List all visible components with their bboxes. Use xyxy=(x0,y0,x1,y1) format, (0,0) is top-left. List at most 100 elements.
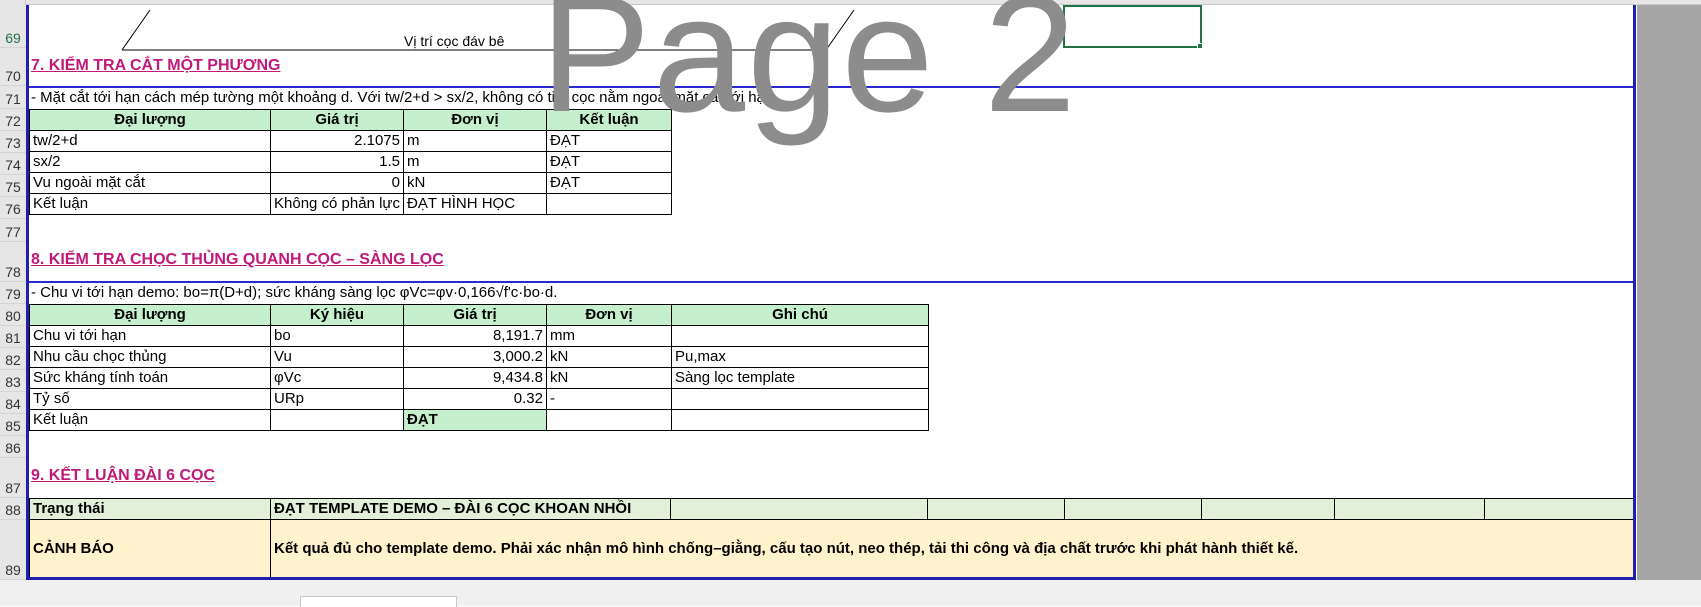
table-cell[interactable] xyxy=(670,498,928,520)
row-header[interactable]: 84 xyxy=(0,392,26,414)
section9-title: 9. KẾT LUẬN ĐÀI 6 CỌC xyxy=(31,467,216,484)
row-header[interactable]: 85 xyxy=(0,414,26,436)
table-cell[interactable] xyxy=(927,498,1065,520)
table-cell[interactable]: 3,000.2 xyxy=(403,346,547,368)
row-header[interactable]: 79 xyxy=(0,282,26,304)
sheet-tab-bar xyxy=(0,580,1701,606)
table-header-row: Đại lượng Giá trị Đơn vị Kết luận xyxy=(29,109,672,131)
row-header[interactable]: 87 xyxy=(0,458,26,498)
table-cell[interactable]: m xyxy=(403,151,547,173)
row-header[interactable]: 73 xyxy=(0,131,26,153)
table-cell[interactable]: m xyxy=(403,130,547,152)
row-header[interactable]: 77 xyxy=(0,219,26,242)
row-header[interactable]: 83 xyxy=(0,370,26,392)
table-cell[interactable] xyxy=(1334,498,1485,520)
table-cell[interactable]: bo xyxy=(270,325,404,347)
table-cell[interactable]: sx/2 xyxy=(29,151,271,173)
table-cell[interactable]: ĐẠT xyxy=(546,151,672,173)
table-cell[interactable]: Kết luận xyxy=(29,409,271,431)
table-cell[interactable]: 1.5 xyxy=(270,151,404,173)
table-cell[interactable] xyxy=(1201,498,1335,520)
table-cell[interactable]: φVc xyxy=(270,367,404,389)
header-cell[interactable]: Kết luận xyxy=(546,109,672,131)
table-cell[interactable] xyxy=(546,193,672,215)
header-cell[interactable]: Đơn vị xyxy=(546,304,672,326)
table-cell[interactable]: - xyxy=(546,388,672,410)
table-cell[interactable]: kN xyxy=(546,346,672,368)
table-cell[interactable]: 2.1075 xyxy=(270,130,404,152)
fill-handle[interactable] xyxy=(1197,43,1203,49)
section8-table: Đại lượng Ký hiệu Giá trị Đơn vị Ghi chú… xyxy=(29,304,929,431)
table-row: Sức kháng tính toán φVc 9,434.8 kN Sàng … xyxy=(29,367,929,389)
row-header[interactable]: 72 xyxy=(0,109,26,131)
table-cell[interactable] xyxy=(1064,498,1202,520)
table-cell[interactable]: Nhu cầu chọc thủng xyxy=(29,346,271,368)
table-cell[interactable]: Vu ngoài mặt cắt xyxy=(29,172,271,194)
table-row: Kết luận ĐẠT xyxy=(29,409,929,431)
row-header[interactable]: 69 xyxy=(0,5,26,48)
table-cell[interactable] xyxy=(671,325,929,347)
table-cell[interactable]: ĐẠT xyxy=(546,130,672,152)
table-cell[interactable]: 8,191.7 xyxy=(403,325,547,347)
table-cell[interactable]: kN xyxy=(403,172,547,194)
row-header[interactable]: 88 xyxy=(0,498,26,520)
row-header[interactable]: 89 xyxy=(0,520,26,580)
status-label[interactable]: Trạng thái xyxy=(29,498,271,520)
header-cell[interactable]: Giá trị xyxy=(403,304,547,326)
table-row: sx/2 1.5 m ĐẠT xyxy=(29,151,672,173)
header-cell[interactable]: Giá trị xyxy=(270,109,404,131)
result-cell[interactable]: ĐẠT xyxy=(403,409,547,431)
table-cell[interactable]: mm xyxy=(546,325,672,347)
sheet-tab[interactable] xyxy=(300,596,457,607)
section8-note: - Chu vi tới hạn demo: bo=π(D+d); sức kh… xyxy=(31,284,558,301)
table-cell[interactable]: 0.32 xyxy=(403,388,547,410)
row-header[interactable]: 70 xyxy=(0,48,26,86)
row-header[interactable]: 82 xyxy=(0,348,26,370)
selected-cell[interactable] xyxy=(1063,5,1202,48)
header-cell[interactable]: Đại lượng xyxy=(29,304,271,326)
table-cell[interactable]: Vu xyxy=(270,346,404,368)
table-cell[interactable]: Sàng lọc template xyxy=(671,367,929,389)
warning-text[interactable]: Kết quả đủ cho template demo. Phải xác n… xyxy=(270,519,1634,578)
row-header[interactable]: 86 xyxy=(0,436,26,458)
table-cell[interactable]: tw/2+d xyxy=(29,130,271,152)
table-cell[interactable] xyxy=(270,409,404,431)
warning-label[interactable]: CẢNH BÁO xyxy=(29,519,271,578)
table-header-row: Đại lượng Ký hiệu Giá trị Đơn vị Ghi chú xyxy=(29,304,929,326)
header-cell[interactable]: Đại lượng xyxy=(29,109,271,131)
row-header[interactable]: 76 xyxy=(0,197,26,219)
row-header[interactable]: 81 xyxy=(0,326,26,348)
page-break-line xyxy=(29,281,1633,283)
section7-note: - Mặt cắt tới hạn cách mép tường một kho… xyxy=(31,89,778,106)
table-cell[interactable]: Chu vi tới hạn xyxy=(29,325,271,347)
row-header[interactable]: 75 xyxy=(0,175,26,197)
status-value[interactable]: ĐẠT TEMPLATE DEMO – ĐÀI 6 CỌC KHOAN NHỒI xyxy=(270,498,671,520)
table-cell[interactable]: Kết luận xyxy=(29,193,271,215)
table-row: Kết luận Không có phản lực cọc ngoài mặt… xyxy=(29,193,672,215)
header-cell[interactable]: Ký hiệu xyxy=(270,304,404,326)
warning-row: CẢNH BÁO Kết quả đủ cho template demo. P… xyxy=(29,519,1634,578)
table-cell[interactable]: Tỷ số xyxy=(29,388,271,410)
table-cell[interactable]: ĐẠT xyxy=(546,172,672,194)
table-cell[interactable] xyxy=(1484,498,1634,520)
header-cell[interactable]: Đơn vị xyxy=(403,109,547,131)
table-cell[interactable] xyxy=(546,409,672,431)
header-cell[interactable]: Ghi chú xyxy=(671,304,929,326)
table-row: Chu vi tới hạn bo 8,191.7 mm xyxy=(29,325,929,347)
section9-table: Trạng thái ĐẠT TEMPLATE DEMO – ĐÀI 6 CỌC… xyxy=(29,498,1634,578)
table-cell[interactable]: 9,434.8 xyxy=(403,367,547,389)
row-header[interactable]: 71 xyxy=(0,86,26,109)
table-cell[interactable]: URp xyxy=(270,388,404,410)
table-cell[interactable]: Sức kháng tính toán xyxy=(29,367,271,389)
table-cell[interactable] xyxy=(671,409,929,431)
row-header[interactable]: 78 xyxy=(0,242,26,282)
page-break-line xyxy=(29,86,1633,88)
table-cell[interactable]: 0 xyxy=(270,172,404,194)
table-cell[interactable]: ĐẠT HÌNH HỌC xyxy=(403,193,547,215)
table-cell[interactable]: Không có phản lực cọc ngoài mặt cắt xyxy=(270,193,404,215)
table-cell[interactable]: Pu,max xyxy=(671,346,929,368)
row-header[interactable]: 80 xyxy=(0,304,26,326)
row-header[interactable]: 74 xyxy=(0,153,26,175)
table-cell[interactable]: kN xyxy=(546,367,672,389)
table-cell[interactable] xyxy=(671,388,929,410)
